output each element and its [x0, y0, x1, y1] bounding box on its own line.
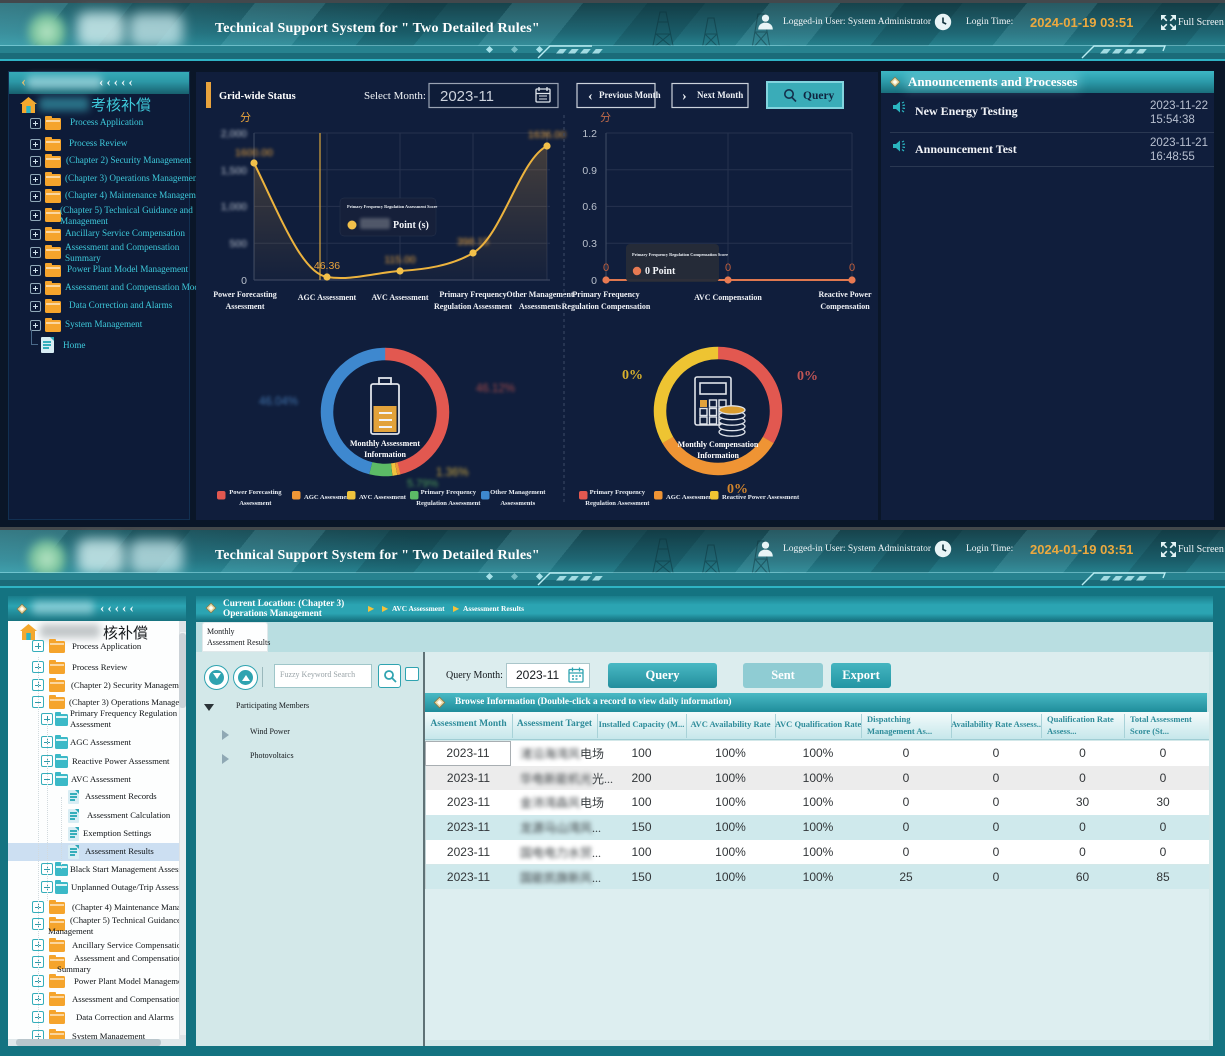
svg-text:AGC Assessment: AGC Assessment: [304, 494, 353, 501]
svg-text:0%: 0%: [797, 369, 818, 384]
svg-text:Primary Frequency: Primary Frequency: [590, 489, 646, 496]
svg-text:0.3: 0.3: [582, 238, 597, 250]
svg-text:AVC Compensation: AVC Compensation: [694, 293, 762, 302]
svg-text:1600.00: 1600.00: [235, 147, 273, 159]
svg-text:Query: Query: [803, 90, 835, 102]
svg-text:Other Management: Other Management: [490, 489, 546, 496]
svg-text:AGC Assessment: AGC Assessment: [298, 293, 357, 302]
svg-text:AVC Assessment: AVC Assessment: [359, 494, 407, 501]
svg-text:1,000: 1,000: [221, 201, 247, 213]
svg-text:Regulation Assessment: Regulation Assessment: [434, 302, 512, 311]
svg-text:Regulation Compensation: Regulation Compensation: [562, 302, 651, 311]
svg-text:Information: Information: [697, 451, 739, 460]
svg-text:115.00: 115.00: [384, 254, 415, 266]
svg-text:Power Forecasting: Power Forecasting: [229, 489, 282, 496]
svg-text:AGC Assessment: AGC Assessment: [666, 494, 715, 501]
svg-text:AVC Assessment: AVC Assessment: [372, 293, 429, 302]
svg-text:Primary Frequency Regulation A: Primary Frequency Regulation Assessment …: [347, 204, 437, 209]
svg-text:分: 分: [240, 111, 251, 124]
svg-text:Assessment: Assessment: [239, 500, 272, 507]
svg-text:Next Month: Next Month: [697, 90, 743, 100]
svg-text:›: ›: [682, 89, 687, 104]
svg-text:398.15: 398.15: [457, 236, 489, 248]
svg-text:46.12%: 46.12%: [476, 383, 515, 395]
svg-text:Primary Frequency: Primary Frequency: [439, 290, 506, 299]
svg-text:Primary Frequency: Primary Frequency: [572, 290, 639, 299]
svg-text:Reactive Power: Reactive Power: [818, 290, 872, 299]
svg-text:Regulation Assessment: Regulation Assessment: [416, 500, 481, 507]
svg-text:500: 500: [229, 238, 247, 250]
svg-text:Monthly Assessment: Monthly Assessment: [350, 439, 420, 448]
svg-text:Power Forecasting: Power Forecasting: [213, 290, 276, 299]
svg-text:0: 0: [725, 262, 731, 274]
svg-text:‹: ‹: [588, 89, 593, 104]
svg-text:1636.00: 1636.00: [528, 129, 566, 141]
svg-text:Information: Information: [364, 450, 406, 459]
svg-text:Assessments: Assessments: [500, 500, 535, 507]
svg-text:Select Month:: Select Month:: [364, 90, 426, 102]
svg-text:Monthly Compensation: Monthly Compensation: [678, 440, 759, 449]
svg-text:0: 0: [849, 262, 855, 274]
svg-text:2023-11: 2023-11: [440, 88, 494, 105]
svg-text:分: 分: [600, 111, 611, 124]
svg-text:Grid-wide Status: Grid-wide Status: [219, 91, 296, 102]
svg-text:2,000: 2,000: [221, 128, 247, 140]
svg-text:Point (s): Point (s): [393, 220, 429, 231]
svg-text:0.9: 0.9: [582, 165, 597, 177]
svg-text:Assessment: Assessment: [225, 302, 264, 311]
svg-text:Previous Month: Previous Month: [599, 90, 661, 100]
svg-text:1,500: 1,500: [221, 165, 247, 177]
svg-text:46.36: 46.36: [314, 260, 340, 272]
svg-text:0%: 0%: [622, 368, 643, 383]
svg-text:0 Point: 0 Point: [645, 266, 676, 277]
svg-text:Primary Frequency Regulation C: Primary Frequency Regulation Compensatio…: [632, 252, 728, 257]
svg-text:0: 0: [591, 275, 597, 287]
svg-text:Reactive Power Assessment: Reactive Power Assessment: [722, 494, 800, 501]
svg-text:Compensation: Compensation: [820, 302, 870, 311]
svg-text:Regulation Assessment: Regulation Assessment: [585, 500, 650, 507]
svg-text:Primary Frequency: Primary Frequency: [421, 489, 477, 496]
svg-text:46.04%: 46.04%: [259, 396, 298, 408]
svg-text:0: 0: [603, 262, 609, 274]
svg-text:Assessments: Assessments: [519, 302, 561, 311]
svg-text:0: 0: [241, 275, 247, 287]
svg-text:1.2: 1.2: [582, 128, 597, 140]
svg-text:1.36%: 1.36%: [436, 467, 469, 479]
svg-text:0.6: 0.6: [582, 201, 597, 213]
